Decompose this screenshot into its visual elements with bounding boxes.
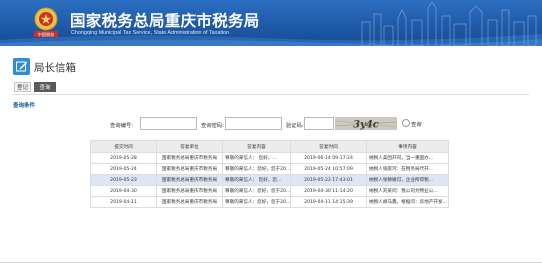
cell-reply-time: 2019-04-11 14:15:39 (290, 196, 367, 208)
cell-reply-unit: 国家税务总局重庆市税务局 (156, 152, 223, 164)
cell-reply-time: 2019-05-24 10:57:09 (290, 163, 367, 175)
query-number-label: 查询编号: (110, 123, 133, 129)
footer-divider (0, 262, 542, 263)
cell-matter-content[interactable]: 纳税人美团开司，当一重国办... (366, 152, 449, 164)
cell-reply-unit: 国家税务总局重庆市税务局 (156, 196, 223, 208)
cell-reply-unit: 国家税务总局重庆市税务局 (156, 163, 223, 175)
table-header-row: 提交时间 答复单位 答复内容 答复时间 事项内容 (90, 140, 449, 153)
cell-matter-content[interactable]: 纳税人张静磁可，企业所得税... (366, 174, 449, 186)
column-header-submit-time: 提交时间 (90, 140, 157, 153)
site-title: 国家税务总局重庆市税务局 (70, 12, 260, 30)
cell-matter-content[interactable]: 纳税人胡马鑫，根据问：房地产开发... (366, 196, 449, 208)
captcha-input[interactable] (304, 117, 334, 130)
header-banner: 中国税务 国家税务总局重庆市税务局 Chongqing Municipal Ta… (0, 0, 542, 46)
cell-reply-content[interactable]: 尊敬的来信人：您好，您于20... (222, 185, 291, 197)
column-header-reply-unit: 答复单位 (156, 140, 223, 153)
query-number-input[interactable] (140, 117, 197, 130)
query-password-input[interactable] (225, 117, 282, 130)
divider (13, 94, 529, 95)
letters-table: 提交时间 答复单位 答复内容 答复时间 事项内容 2019-05-28 国家税务… (90, 140, 449, 208)
table-row[interactable]: 2019-04-30 国家税务总局重庆市税务局 尊敬的来信人：您好，您于20..… (90, 185, 449, 197)
column-header-reply-content: 答复内容 (222, 140, 291, 153)
table-row[interactable]: 2019-04-11 国家税务总局重庆市税务局 尊敬的来信人：您好，您于20..… (90, 196, 449, 208)
captcha-text: 3y4c (353, 120, 379, 131)
cell-submit-time: 2019-05-23 (90, 174, 157, 186)
cell-submit-time: 2019-04-11 (90, 196, 157, 208)
query-password-label: 查询密码: (201, 123, 224, 129)
captcha-image[interactable]: 3y4c (335, 117, 397, 130)
cell-reply-content[interactable]: 尊敬的来信人：您好，您于20... (222, 196, 291, 208)
cell-reply-content[interactable]: 尊敬的来信人：您好，您于20... (222, 163, 291, 175)
column-header-matter-content: 事项内容 (366, 140, 449, 153)
city-skyline-decoration (361, 1, 537, 46)
query-radio[interactable] (402, 119, 410, 127)
cell-reply-time: 2019-06-14 09:17:24 (290, 152, 367, 164)
cell-reply-content[interactable]: 尊敬的来信人： 您好，您... (222, 174, 291, 186)
cell-submit-time: 2019-04-30 (90, 185, 157, 197)
query-button[interactable]: 查询 (34, 82, 56, 92)
captcha-label: 验证码: (286, 123, 304, 129)
emblem-text: 中国税务 (38, 31, 56, 38)
query-submit-label[interactable]: 查询 (411, 120, 422, 128)
cell-reply-unit: 国家税务总局重庆市税务局 (156, 185, 223, 197)
table-row[interactable]: 2019-05-24 国家税务总局重庆市税务局 尊敬的来信人：您好，您于20..… (90, 163, 449, 175)
column-header-reply-time: 答复时间 (290, 140, 367, 153)
cell-reply-time: 2019-05-23 17:43:01 (290, 174, 367, 186)
edit-icon (13, 58, 30, 75)
table-row[interactable]: 2019-05-28 国家税务总局重庆市税务局 尊敬的来信人： 您好，... 2… (90, 152, 449, 164)
table-row-highlighted[interactable]: 2019-05-23 国家税务总局重庆市税务局 尊敬的来信人： 您好，您... … (90, 174, 449, 186)
cell-matter-content[interactable]: 纳税人张庭河：在税务局代开... (366, 163, 449, 175)
page-title: 局长信箱 (34, 62, 76, 74)
tax-emblem-icon: 中国税务 (34, 7, 58, 38)
query-conditions-label: 查询条件 (13, 103, 36, 109)
cell-reply-time: 2019-04-30 11:14:20 (290, 185, 367, 197)
cell-submit-time: 2019-05-24 (90, 163, 157, 175)
cell-matter-content[interactable]: 纳税人刘某问：我公司为物业公... (366, 185, 449, 197)
register-button[interactable]: 登记 (14, 82, 31, 92)
cell-reply-unit: 国家税务总局重庆市税务局 (156, 174, 223, 186)
cell-submit-time: 2019-05-28 (90, 152, 157, 164)
cell-reply-content[interactable]: 尊敬的来信人： 您好，... (222, 152, 291, 164)
site-subtitle: Chongqing Municipal Tax Service, State A… (71, 30, 230, 36)
